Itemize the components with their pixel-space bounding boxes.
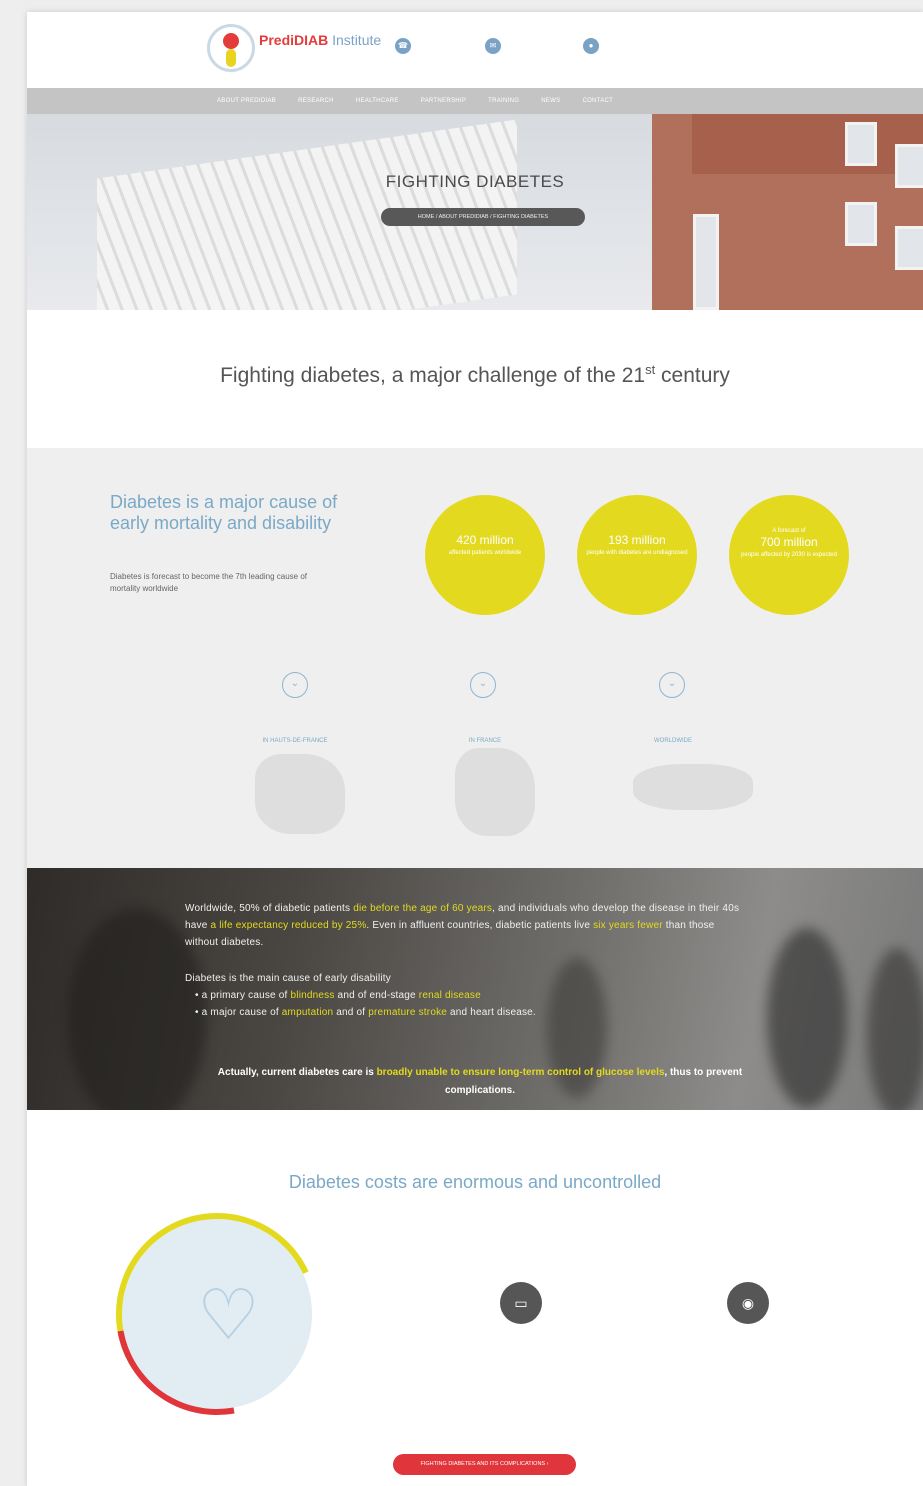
highlight: six years fewer	[593, 920, 663, 931]
stat-value: 193 million	[608, 533, 666, 547]
column-heading: WORLDWIDE	[654, 738, 692, 744]
highlight: a life expectancy reduced by 25%	[210, 920, 367, 931]
logo-icon[interactable]	[207, 24, 255, 72]
heading-text: Fighting diabetes, a major challenge of …	[220, 364, 646, 387]
heart-icon: ♡	[197, 1276, 260, 1354]
text: Worldwide, 50% of diabetic patients	[185, 903, 354, 914]
address-contact[interactable]: ●	[583, 38, 605, 54]
heading-sup: st	[645, 362, 656, 377]
column-hauts-de-france: IN HAUTS-DE-FRANCE	[185, 738, 405, 750]
region-map	[255, 754, 345, 834]
chevron-down-icon[interactable]: ⌄	[659, 672, 685, 698]
complications-button[interactable]: FIGHTING DIABETES AND ITS COMPLICATIONS …	[393, 1454, 576, 1475]
mortality-band: Worldwide, 50% of diabetic patients die …	[27, 868, 923, 1110]
highlight: blindness	[290, 990, 335, 1001]
brand-suffix: Institute	[328, 32, 382, 48]
hero-banner: FIGHTING DIABETES HOME / ABOUT PREDIDIAB…	[27, 114, 923, 310]
window	[845, 122, 877, 166]
text: and of end-stage	[334, 990, 419, 1001]
text: and of	[333, 1007, 369, 1018]
column-worldwide: WORLDWIDE	[563, 738, 783, 750]
mail-icon: ✉	[485, 38, 501, 54]
nav-item-news[interactable]: News	[541, 98, 560, 104]
bg-figure	[867, 948, 923, 1110]
highlight: die before the age of 60 years	[353, 903, 493, 914]
text: Actually, current diabetes care is	[217, 1067, 377, 1078]
column-heading: IN HAUTS-DE-FRANCE	[262, 738, 328, 744]
mortality-paragraph: Worldwide, 50% of diabetic patients die …	[185, 900, 745, 951]
text: and heart disease.	[447, 1007, 536, 1018]
highlight: amputation	[281, 1007, 334, 1018]
heading-end: century	[655, 364, 730, 387]
window	[693, 214, 719, 310]
text: . Even in affluent countries, diabetic p…	[366, 920, 594, 931]
brand-name[interactable]: PrediDIAB Institute	[259, 32, 381, 48]
nav-item-about-predidiab[interactable]: About PrediDIAB	[217, 98, 276, 104]
nav-list: About PrediDIAB Research Healthcare Partner…	[217, 88, 613, 114]
nav-item-training[interactable]: Training	[488, 98, 519, 104]
nav-item-contact[interactable]: Contact	[582, 98, 613, 104]
nav-item-healthcare[interactable]: Healthcare	[356, 98, 399, 104]
highlight: broadly unable to ensure long-term contr…	[376, 1067, 665, 1078]
france-map	[455, 748, 535, 836]
section-heading: Fighting diabetes, a major challenge of …	[27, 362, 923, 388]
window	[845, 202, 877, 246]
cause-text: Diabetes is forecast to become the 7th l…	[110, 572, 308, 593]
highlight: renal disease	[418, 990, 481, 1001]
stat-circle: A forecast of 700 million people affecte…	[729, 495, 849, 615]
stat-value: 700 million	[760, 535, 818, 549]
chevron-down-icon[interactable]: ⌄	[470, 672, 496, 698]
stats-section: Diabetes is a major cause of early morta…	[27, 448, 923, 868]
disability-paragraph: Diabetes is the main cause of early disa…	[185, 970, 745, 1021]
nav-item-partnership[interactable]: Partnership	[421, 98, 466, 104]
column-france: IN FRANCE	[375, 738, 595, 750]
button-label: FIGHTING DIABETES AND ITS COMPLICATIONS	[420, 1461, 546, 1467]
stat-label: people with diabetes are undiagnosed	[586, 550, 688, 556]
phone-icon: ☎	[395, 38, 411, 54]
hero-brick-upper	[692, 114, 923, 174]
wallet-icon: ▭	[500, 1282, 542, 1324]
stat-circle: 193 million people with diabetes are und…	[577, 495, 697, 615]
stat-prefix: A forecast of	[772, 528, 806, 534]
stat-label: people affected by 2030 is expected	[741, 552, 837, 558]
stat-value: 420 million	[456, 533, 514, 547]
chevron-down-icon[interactable]: ⌄	[282, 672, 308, 698]
text: • a primary cause of	[195, 990, 291, 1001]
breadcrumb[interactable]: HOME / ABOUT PREDIDIAB / FIGHTING DIABET…	[381, 208, 585, 226]
phone-contact[interactable]: ☎	[395, 38, 417, 54]
disability-item: • a major cause of amputation and of pre…	[185, 1004, 745, 1021]
brand-highlight: PrediDIAB	[259, 32, 329, 48]
column-heading: IN FRANCE	[468, 738, 502, 744]
page: PrediDIAB Institute ☎ ✉ ● About PrediDIA…	[27, 12, 923, 1486]
email-contact[interactable]: ✉	[485, 38, 507, 54]
main-nav: About PrediDIAB Research Healthcare Partner…	[27, 88, 923, 114]
disability-intro: Diabetes is the main cause of early disa…	[185, 973, 391, 984]
camera-icon: ◉	[727, 1282, 769, 1324]
cause-title: Diabetes is a major cause of early morta…	[110, 492, 338, 533]
stat-label: affected patients worldwide	[448, 550, 522, 556]
stat-circle: 420 million affected patients worldwide	[425, 495, 545, 615]
window	[895, 226, 923, 270]
bg-figure	[767, 928, 847, 1108]
nav-item-research[interactable]: Research	[298, 98, 334, 104]
care-statement: Actually, current diabetes care is broad…	[185, 1064, 775, 1100]
site-header: PrediDIAB Institute ☎ ✉ ●	[27, 12, 923, 88]
disability-item: • a primary cause of blindness and of en…	[185, 987, 745, 1004]
location-icon: ●	[583, 38, 599, 54]
costs-heading: Diabetes costs are enormous and uncontro…	[288, 1172, 662, 1192]
text: • a major cause of	[195, 1007, 282, 1018]
page-title: FIGHTING DIABETES	[385, 172, 565, 191]
highlight: premature stroke	[368, 1007, 448, 1018]
world-map	[633, 764, 753, 810]
